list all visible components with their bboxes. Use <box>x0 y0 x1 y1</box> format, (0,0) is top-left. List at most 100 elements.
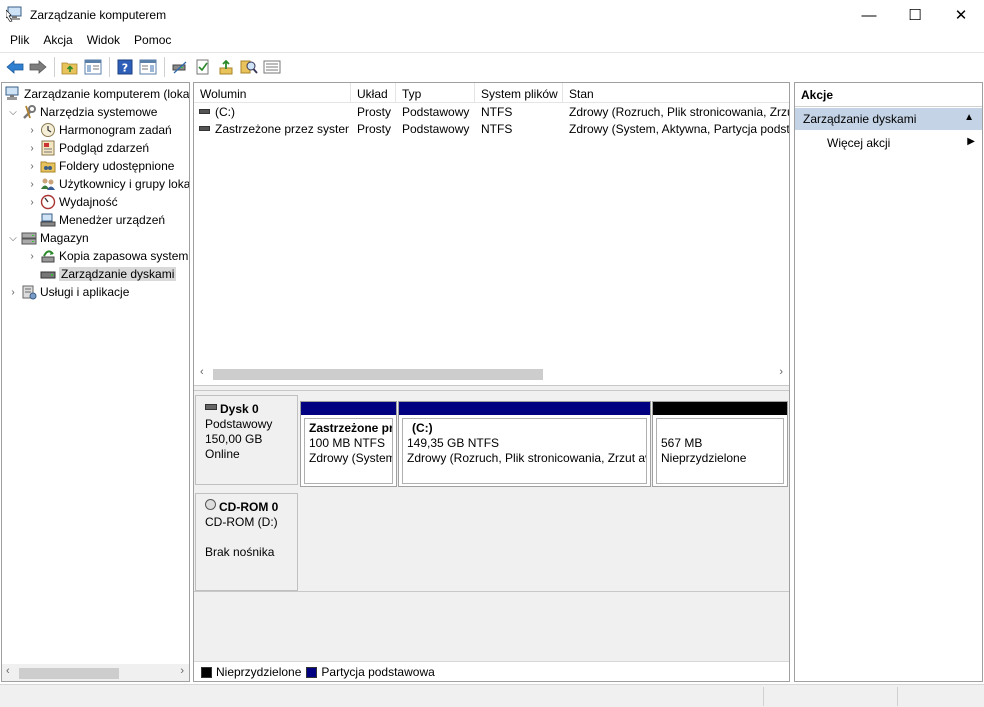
tree-item-computer-management[interactable]: Zarządzanie komputerem (lokalne) <box>4 85 189 103</box>
volume-layout: Prosty <box>357 122 392 136</box>
tree-item-local-users-groups[interactable]: › Użytkownicy i grupy lokalne <box>25 175 189 193</box>
connect-icon[interactable] <box>169 56 191 78</box>
window-title: Zarządzanie komputerem <box>30 8 167 22</box>
scroll-right-icon[interactable]: › <box>180 665 184 677</box>
scrollbar-thumb[interactable] <box>19 668 119 679</box>
actions-pane: Akcje Zarządzanie dyskami ▲ Więcej akcji… <box>794 82 983 682</box>
import-icon[interactable] <box>215 56 237 78</box>
hard-disk-icon <box>205 403 217 410</box>
scrollbar-thumb[interactable] <box>213 369 543 380</box>
expander-closed-icon[interactable]: › <box>25 197 39 208</box>
tree-item-device-manager[interactable]: Menedżer urządzeń <box>39 211 165 229</box>
disk-name: CD-ROM 0 <box>219 500 279 514</box>
disk-type: CD-ROM (D:) <box>205 515 278 529</box>
volume-type: Podstawowy <box>402 122 470 136</box>
menu-akcja[interactable]: Akcja <box>36 30 79 51</box>
menu-pomoc[interactable]: Pomoc <box>127 30 178 51</box>
help-icon[interactable]: ? <box>114 56 136 78</box>
drive-icon <box>199 126 210 132</box>
disk-map: Dysk 0 Podstawowy 150,00 GB Online Zastr… <box>194 391 789 661</box>
status-segment <box>763 687 897 706</box>
properties-icon[interactable] <box>137 56 159 78</box>
shared-folder-icon <box>40 158 56 174</box>
partition-name: (C:) <box>412 421 433 435</box>
menu-plik[interactable]: Plik <box>3 30 36 51</box>
toolbar-separator <box>109 56 110 77</box>
toolbar: ? <box>0 52 984 80</box>
maximize-button[interactable]: ☐ <box>892 0 938 30</box>
volume-list-header: Wolumin Układ Typ System plików Stan <box>194 83 789 103</box>
partition-size: 149,35 GB NTFS <box>407 436 500 450</box>
cdrom-icon <box>205 499 216 511</box>
volume-type: Podstawowy <box>402 105 470 119</box>
actions-section-disk-management[interactable]: Zarządzanie dyskami ▲ <box>795 108 982 130</box>
disk-0-label[interactable]: Dysk 0 Podstawowy 150,00 GB Online <box>195 395 298 485</box>
cdrom-0-label[interactable]: CD-ROM 0 CD-ROM (D:) Brak nośnika <box>195 493 298 591</box>
column-header-layout[interactable]: Układ <box>351 83 396 103</box>
computer-management-icon <box>5 6 24 22</box>
disk-status: Brak nośnika <box>205 545 275 559</box>
expander-closed-icon[interactable]: › <box>25 179 39 190</box>
tree-horizontal-scrollbar[interactable]: ‹ › <box>2 664 189 681</box>
expander-closed-icon[interactable]: › <box>25 251 39 262</box>
partition-c-drive[interactable]: (C:) 149,35 GB NTFS Zdrowy (Rozruch, Pli… <box>398 401 651 487</box>
tree-item-storage[interactable]: ⌵ Magazyn <box>6 229 89 247</box>
volume-name: Zastrzeżone przez system <box>215 122 349 136</box>
more-actions-item[interactable]: Więcej akcji ▶ <box>795 133 982 153</box>
clock-icon <box>40 122 56 138</box>
submenu-arrow-icon: ▶ <box>967 136 975 147</box>
tree-item-windows-server-backup[interactable]: › Kopia zapasowa systemu Windows Server <box>25 247 189 265</box>
scroll-right-icon[interactable]: › <box>779 366 783 378</box>
column-header-volume[interactable]: Wolumin <box>194 83 351 103</box>
legend-item-unallocated: Nieprzydzielone <box>201 665 301 679</box>
expander-closed-icon[interactable]: › <box>25 143 39 154</box>
collapse-caret-icon[interactable]: ▲ <box>964 112 974 123</box>
volume-list-horizontal-scrollbar[interactable]: ‹ › <box>194 365 789 382</box>
show-hide-tree-icon[interactable] <box>82 56 104 78</box>
back-arrow-icon[interactable] <box>4 56 26 78</box>
partition-system-reserved[interactable]: Zastrzeżone przez system 100 MB NTFS Zdr… <box>300 401 397 487</box>
legend-swatch <box>306 666 318 678</box>
tree-item-task-scheduler[interactable]: › Harmonogram zadań <box>25 121 172 139</box>
column-header-type[interactable]: Typ <box>396 83 475 103</box>
tree-item-event-viewer[interactable]: › Podgląd zdarzeń <box>25 139 149 157</box>
expander-open-icon[interactable]: ⌵ <box>6 233 20 244</box>
list-icon[interactable] <box>261 56 283 78</box>
tree-item-services-applications[interactable]: › Usługi i aplikacje <box>6 283 129 301</box>
check-icon[interactable] <box>192 56 214 78</box>
services-icon <box>21 284 37 300</box>
search-disk-icon[interactable] <box>238 56 260 78</box>
minimize-button[interactable]: — <box>846 0 892 30</box>
disk-management-pane: Wolumin Układ Typ System plików Stan (C:… <box>193 82 790 682</box>
scroll-left-icon[interactable]: ‹ <box>6 665 10 677</box>
tree-item-shared-folders[interactable]: › Foldery udostępnione <box>25 157 174 175</box>
partition-unallocated[interactable]: 567 MB Nieprzydzielone <box>652 401 788 487</box>
up-folder-icon[interactable] <box>59 56 81 78</box>
event-viewer-icon <box>40 140 56 156</box>
tools-icon <box>21 104 37 120</box>
partition-color-bar <box>653 402 787 415</box>
expander-open-icon[interactable]: ⌵ <box>6 107 20 118</box>
table-row[interactable]: Zastrzeżone przez system Prosty Podstawo… <box>194 121 789 138</box>
tree-item-disk-management[interactable]: Zarządzanie dyskami <box>39 265 177 283</box>
disk-type: Podstawowy <box>205 417 273 431</box>
performance-icon <box>40 194 56 210</box>
close-button[interactable]: ✕ <box>938 0 984 30</box>
table-row[interactable]: (C:) Prosty Podstawowy NTFS Zdrowy (Rozr… <box>194 104 789 121</box>
expander-closed-icon[interactable]: › <box>25 161 39 172</box>
tree-item-system-tools[interactable]: ⌵ Narzędzia systemowe <box>6 103 157 121</box>
expander-closed-icon[interactable]: › <box>25 125 39 136</box>
column-header-file-system[interactable]: System plików <box>475 83 563 103</box>
actions-title: Akcje <box>795 83 982 107</box>
expander-closed-icon[interactable]: › <box>6 287 20 298</box>
forward-arrow-icon[interactable] <box>27 56 49 78</box>
partition-status: Zdrowy (System, Aktywna, Partycja podsta… <box>309 451 392 465</box>
scroll-left-icon[interactable]: ‹ <box>200 366 204 378</box>
menu-widok[interactable]: Widok <box>80 30 127 51</box>
column-header-status[interactable]: Stan <box>563 83 789 103</box>
tree-item-performance[interactable]: › Wydajność <box>25 193 118 211</box>
volume-file-system: NTFS <box>481 105 513 119</box>
storage-icon <box>21 230 37 246</box>
toolbar-separator <box>164 56 165 77</box>
navigation-tree: Zarządzanie komputerem (lokalne) ⌵ Narzę… <box>1 82 190 682</box>
